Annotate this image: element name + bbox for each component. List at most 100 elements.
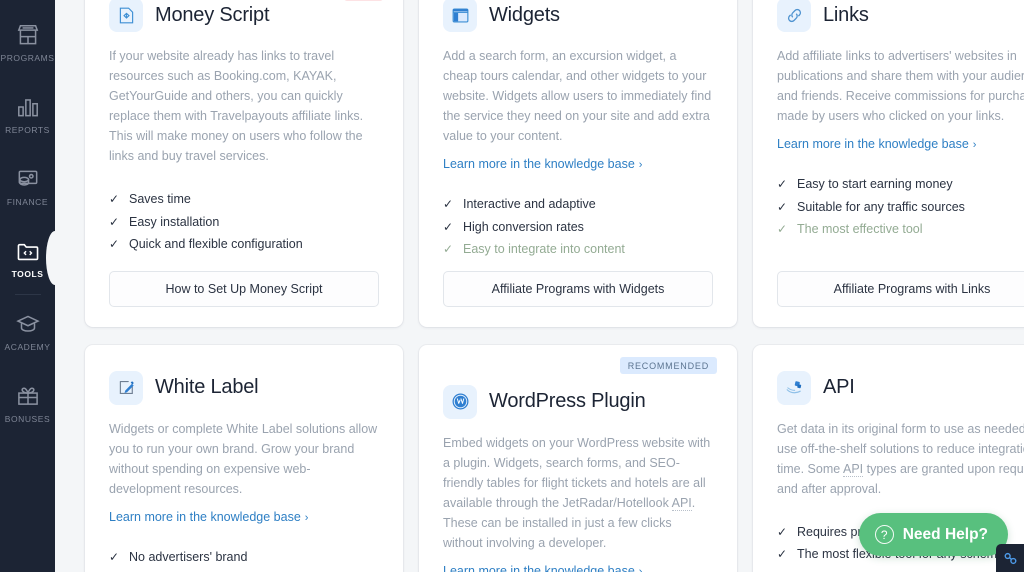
page-root: PROGRAMS REPORTS FINANCE TOOLS ACADEMY B… [0, 0, 1024, 572]
card-header: Links [777, 0, 1024, 32]
list-item: ✓ High conversion rates [443, 216, 713, 239]
feature-list: ✓ No advertisers' brand ✓ Quick and easy i… [109, 546, 379, 572]
gift-icon [15, 383, 41, 409]
feature-list: ✓ Easy to start earning money ✓ Suitable f… [777, 173, 1024, 241]
knowledge-base-link[interactable]: Learn more in the knowledge base › [443, 561, 713, 572]
check-icon: ✓ [777, 547, 788, 561]
card-header: Money Script [109, 0, 379, 32]
card-description: Get data in its original form to use as … [777, 419, 1024, 499]
kb-link-label: Learn more in the knowledge base [443, 157, 635, 171]
links-icon [777, 0, 811, 32]
need-help-button[interactable]: ? Need Help? [858, 513, 1008, 556]
list-item: ✓ Suitable for any traffic sources [777, 196, 1024, 219]
list-item: ✓ Easy installation [109, 211, 379, 234]
check-icon: ✓ [109, 549, 120, 564]
feature-text: Quick and easy integration [129, 568, 277, 572]
feature-text: Easy installation [129, 214, 220, 229]
sidebar-item-label: ACADEMY [4, 341, 51, 352]
sidebar-item-label: REPORTS [5, 124, 50, 135]
api-icon [777, 370, 811, 405]
list-item: ✓ Quick and flexible configuration [109, 233, 379, 256]
check-icon: ✓ [443, 219, 454, 234]
feature-list: ✓ Interactive and adaptive ✓ High conversi… [443, 193, 713, 261]
sidebar-item-bonuses[interactable]: BONUSES [0, 367, 55, 439]
active-indicator [46, 231, 56, 285]
card-money-script: NEW Money Script If your website already… [85, 0, 403, 327]
affiliate-programs-with-widgets-button[interactable]: Affiliate Programs with Widgets [443, 270, 713, 307]
check-icon: ✓ [777, 199, 788, 214]
check-icon: ✓ [777, 177, 788, 191]
chevron-right-icon: › [972, 139, 977, 151]
feature-text: Saves time [129, 192, 191, 206]
card-links: Links Add affiliate links to advertisers… [753, 0, 1024, 327]
sidebar-item-finance[interactable]: FINANCE [0, 150, 55, 222]
money-script-icon [109, 0, 143, 32]
card-title: White Label [155, 376, 259, 398]
feature-text: Suitable for any traffic sources [797, 199, 965, 214]
sidebar-item-reports[interactable]: REPORTS [0, 78, 55, 150]
card-header: WordPress Plugin [443, 384, 713, 419]
card-header: White Label [109, 370, 379, 405]
list-item: ✓ Interactive and adaptive [443, 193, 713, 216]
check-icon: ✓ [777, 222, 788, 236]
bar-chart-icon [15, 94, 41, 120]
knowledge-base-link[interactable]: Learn more in the knowledge base › [109, 507, 379, 528]
status-badge: RECOMMENDED [619, 356, 717, 374]
feature-text: Interactive and adaptive [463, 197, 596, 211]
corner-link-button[interactable] [996, 544, 1024, 572]
check-icon: ✓ [777, 524, 788, 539]
folder-code-icon [15, 238, 41, 264]
kb-link-label: Learn more in the knowledge base [443, 563, 635, 572]
tools-card-grid: NEW Money Script If your website already… [55, 0, 1024, 572]
card-title: Money Script [155, 3, 270, 26]
check-icon: ✓ [109, 192, 120, 206]
card-description: If your website already has links to tra… [109, 49, 364, 163]
check-icon: ✓ [109, 568, 120, 572]
how-to-set-up-money-script-button[interactable]: How to Set Up Money Script [109, 270, 379, 307]
card-title: Links [823, 3, 869, 26]
abbr-api[interactable]: API [843, 461, 864, 477]
card-widgets: Widgets Add a search form, an excursion … [419, 0, 737, 327]
knowledge-base-link[interactable]: Learn more in the knowledge base › [777, 134, 1024, 155]
chevron-right-icon: › [638, 565, 643, 572]
card-header: API [777, 370, 1024, 405]
card-description: Add affiliate links to advertisers' webs… [777, 49, 1024, 123]
sidebar-item-academy[interactable]: ACADEMY [0, 295, 55, 367]
kb-link-label: Learn more in the knowledge base [777, 137, 969, 151]
check-icon: ✓ [443, 242, 454, 256]
card-white-label: White Label Widgets or complete White La… [85, 344, 403, 572]
wordpress-icon [443, 384, 477, 419]
list-item: ✓ The most effective tool [777, 218, 1024, 241]
check-icon: ✓ [443, 197, 454, 211]
need-help-label: Need Help? [902, 525, 988, 543]
status-badge: NEW [343, 0, 383, 1]
chevron-right-icon: › [638, 159, 643, 171]
feature-text: High conversion rates [463, 219, 584, 234]
feature-text: The most effective tool [797, 222, 923, 236]
money-stack-icon [15, 166, 41, 192]
card-title: WordPress Plugin [489, 390, 646, 412]
sidebar-item-tools[interactable]: TOOLS [0, 222, 56, 294]
desc-part-1: Embed widgets on your WordPress website … [443, 435, 711, 510]
knowledge-base-link[interactable]: Learn more in the knowledge base › [443, 154, 713, 175]
affiliate-programs-with-links-button[interactable]: Affiliate Programs with Links [777, 270, 1024, 307]
list-item: ✓ No advertisers' brand [109, 546, 379, 569]
check-icon: ✓ [109, 237, 120, 251]
kb-link-label: Learn more in the knowledge base [109, 509, 301, 524]
list-item: ✓ Saves time [109, 188, 379, 211]
card-title: Widgets [489, 3, 560, 26]
card-wordpress-plugin: RECOMMENDED WordPress Plugin Embed widge… [419, 344, 737, 572]
sidebar-item-label: PROGRAMS [0, 52, 55, 63]
link-chain-icon [1004, 552, 1016, 564]
check-icon: ✓ [109, 214, 120, 229]
list-item: ✓ Quick and easy integration [109, 568, 379, 572]
sidebar-item-programs[interactable]: PROGRAMS [0, 6, 55, 78]
card-description: Embed widgets on your WordPress website … [443, 433, 713, 553]
sidebar-item-label: FINANCE [6, 196, 49, 207]
chevron-right-icon: › [304, 511, 309, 524]
sidebar: PROGRAMS REPORTS FINANCE TOOLS ACADEMY B… [0, 0, 56, 572]
abbr-api[interactable]: API [671, 495, 692, 511]
question-circle-icon: ? [874, 525, 894, 544]
